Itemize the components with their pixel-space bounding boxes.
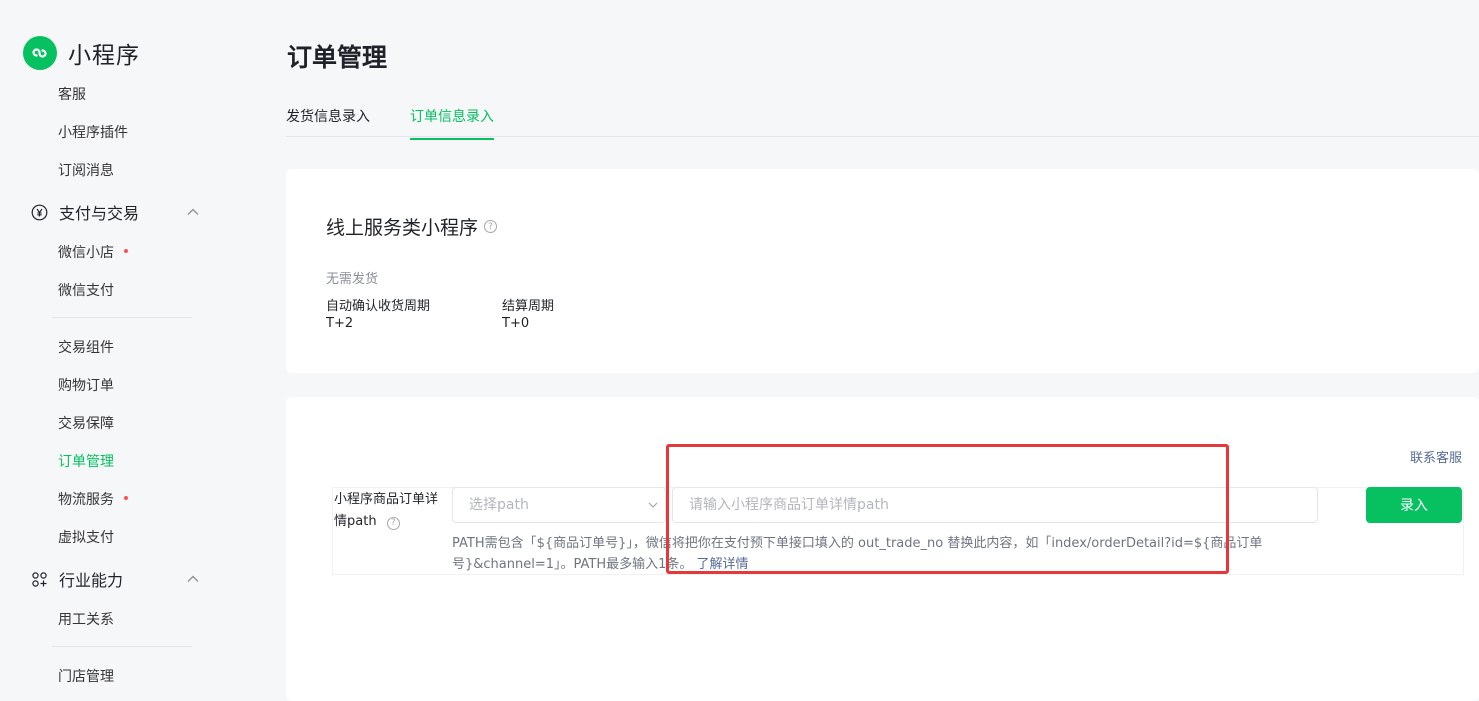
help-icon[interactable]: ?: [386, 516, 400, 530]
sidebar-item-wechat-pay[interactable]: 微信支付: [58, 280, 114, 300]
sidebar: 小程序 客服 小程序插件 订阅消息 支付与交易 微信小店 微信支付 交易组件 购…: [0, 0, 230, 701]
sidebar-item-trade-protection[interactable]: 交易保障: [58, 413, 114, 433]
industry-capability-icon: [30, 570, 48, 588]
submit-button[interactable]: 录入: [1366, 487, 1462, 523]
yuan-circle-icon: [30, 203, 48, 221]
mini-program-logo-icon: [23, 36, 57, 70]
tab-order-info[interactable]: 订单信息录入: [410, 106, 494, 140]
sidebar-item-subscribe-messages[interactable]: 订阅消息: [58, 160, 114, 180]
auto-confirm-label: 自动确认收货周期: [326, 299, 431, 314]
sidebar-item-wechat-store-label: 微信小店: [58, 245, 114, 261]
new-badge-dot: [124, 496, 128, 500]
chevron-up-icon: [187, 575, 199, 582]
sidebar-group-industry[interactable]: 行业能力: [30, 567, 200, 591]
settlement-value: T+0: [502, 316, 530, 331]
tab-shipping-info[interactable]: 发货信息录入: [286, 106, 370, 138]
chevron-down-icon: [648, 502, 658, 508]
card-title-text: 线上服务类小程序: [326, 217, 479, 239]
chevron-up-icon: [187, 208, 199, 215]
card-title: 线上服务类小程序 ?: [326, 213, 498, 240]
no-shipping-text: 无需发货: [326, 272, 379, 287]
sidebar-item-trade-components[interactable]: 交易组件: [58, 337, 114, 357]
path-field-label: 小程序商品订单详情path ?: [334, 489, 444, 533]
sidebar-group-industry-label: 行业能力: [59, 571, 124, 590]
sidebar-divider: [52, 646, 192, 647]
sidebar-item-virtual-payment[interactable]: 虚拟支付: [58, 527, 114, 547]
page-title: 订单管理: [287, 43, 388, 72]
learn-more-link[interactable]: 了解详情: [697, 557, 749, 572]
order-detail-path-input[interactable]: [672, 487, 1318, 523]
path-select-placeholder: 选择path: [469, 497, 529, 513]
sidebar-group-payment[interactable]: 支付与交易: [30, 200, 200, 224]
path-hint-text: PATH需包含「${商品订单号}」，微信将把你在支付预下单接口填入的 out_t…: [452, 536, 1263, 572]
sidebar-item-shopping-orders[interactable]: 购物订单: [58, 375, 114, 395]
sidebar-group-payment-label: 支付与交易: [59, 204, 140, 223]
sidebar-divider: [52, 317, 192, 318]
service-info-card: 线上服务类小程序 ? 无需发货 自动确认收货周期 T+2 结算周期 T+0: [286, 169, 1479, 373]
sidebar-item-logistics-label: 物流服务: [58, 492, 114, 508]
sidebar-item-plugins[interactable]: 小程序插件: [58, 122, 128, 142]
sidebar-item-wechat-store[interactable]: 微信小店: [58, 242, 128, 262]
settlement-label: 结算周期: [502, 299, 555, 314]
sidebar-item-customer-service[interactable]: 客服: [58, 84, 86, 104]
brand[interactable]: 小程序: [23, 36, 140, 70]
new-badge-dot: [124, 249, 128, 253]
sidebar-item-employment[interactable]: 用工关系: [58, 609, 114, 629]
brand-title: 小程序: [68, 43, 140, 69]
sidebar-item-order-management[interactable]: 订单管理: [58, 451, 114, 471]
auto-confirm-value: T+2: [326, 316, 354, 331]
path-hint: PATH需包含「${商品订单号}」，微信将把你在支付预下单接口填入的 out_t…: [452, 533, 1314, 575]
sidebar-item-store-management[interactable]: 门店管理: [58, 666, 114, 686]
sidebar-item-logistics[interactable]: 物流服务: [58, 489, 128, 509]
order-path-card: 联系客服 小程序商品订单详情path ? 选择path 录入 PATH需包含「$…: [286, 397, 1479, 701]
tab-bar: 发货信息录入 订单信息录入: [286, 92, 1479, 140]
contact-support-link[interactable]: 联系客服: [1410, 447, 1462, 466]
help-icon[interactable]: ?: [484, 220, 498, 233]
path-select[interactable]: 选择path: [452, 487, 666, 523]
